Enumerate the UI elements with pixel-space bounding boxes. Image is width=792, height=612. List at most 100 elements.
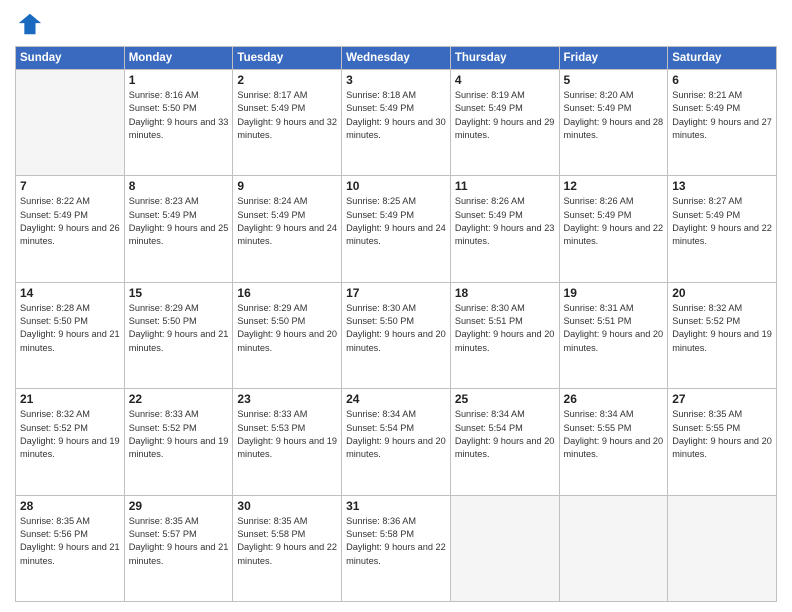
day-number: 30 [237,499,337,513]
day-number: 3 [346,73,446,87]
calendar-day-cell: 19 Sunrise: 8:31 AMSunset: 5:51 PMDayligh… [559,282,668,388]
calendar-day-cell: 6 Sunrise: 8:21 AMSunset: 5:49 PMDaylight… [668,70,777,176]
calendar-day-cell: 14Sunrise: 8:28 AMSunset: 5:50 PMDayligh… [16,282,125,388]
sun-info: Sunrise: 8:32 AMSunset: 5:52 PMDaylight:… [672,302,772,355]
calendar-day-cell: 2 Sunrise: 8:17 AMSunset: 5:49 PMDaylight… [233,70,342,176]
sun-info: Sunrise: 8:33 AMSunset: 5:53 PMDaylight:… [237,408,337,461]
day-number: 12 [564,179,664,193]
calendar-day-cell: 16Sunrise: 8:29 AMSunset: 5:50 PMDayligh… [233,282,342,388]
day-number: 1 [129,73,229,87]
calendar-day-cell: 13 Sunrise: 8:27 AMSunset: 5:49 PMDayligh… [668,176,777,282]
sun-info: Sunrise: 8:29 AMSunset: 5:50 PMDaylight:… [129,302,229,355]
day-number: 7 [20,179,120,193]
calendar-day-cell: 23 Sunrise: 8:33 AMSunset: 5:53 PMDayligh… [233,389,342,495]
day-number: 17 [346,286,446,300]
sun-info: Sunrise: 8:36 AMSunset: 5:58 PMDaylight:… [346,515,446,568]
day-number: 2 [237,73,337,87]
day-number: 16 [237,286,337,300]
sun-info: Sunrise: 8:23 AMSunset: 5:49 PMDaylight:… [129,195,229,248]
day-number: 8 [129,179,229,193]
calendar-day-cell [559,495,668,601]
logo [15,10,47,38]
day-number: 15 [129,286,229,300]
calendar-day-cell: 31Sunrise: 8:36 AMSunset: 5:58 PMDayligh… [342,495,451,601]
calendar-day-cell: 25Sunrise: 8:34 AMSunset: 5:54 PMDayligh… [450,389,559,495]
sun-info: Sunrise: 8:35 AMSunset: 5:58 PMDaylight:… [237,515,337,568]
calendar-week-row: 1 Sunrise: 8:16 AMSunset: 5:50 PMDaylight… [16,70,777,176]
day-number: 24 [346,392,446,406]
calendar-week-row: 21Sunrise: 8:32 AMSunset: 5:52 PMDayligh… [16,389,777,495]
day-number: 4 [455,73,555,87]
calendar-day-cell: 3 Sunrise: 8:18 AMSunset: 5:49 PMDaylight… [342,70,451,176]
sun-info: Sunrise: 8:30 AMSunset: 5:51 PMDaylight:… [455,302,555,355]
sun-info: Sunrise: 8:17 AMSunset: 5:49 PMDaylight:… [237,89,337,142]
day-number: 26 [564,392,664,406]
calendar-day-cell: 12 Sunrise: 8:26 AMSunset: 5:49 PMDayligh… [559,176,668,282]
sun-info: Sunrise: 8:34 AMSunset: 5:54 PMDaylight:… [455,408,555,461]
calendar-header-cell: Wednesday [342,47,451,70]
calendar-day-cell [16,70,125,176]
sun-info: Sunrise: 8:16 AMSunset: 5:50 PMDaylight:… [129,89,229,142]
calendar-header-cell: Monday [124,47,233,70]
calendar-day-cell: 20 Sunrise: 8:32 AMSunset: 5:52 PMDayligh… [668,282,777,388]
sun-info: Sunrise: 8:34 AMSunset: 5:54 PMDaylight:… [346,408,446,461]
calendar-header-row: SundayMondayTuesdayWednesdayThursdayFrid… [16,47,777,70]
day-number: 21 [20,392,120,406]
sun-info: Sunrise: 8:20 AMSunset: 5:49 PMDaylight:… [564,89,664,142]
calendar-day-cell: 1 Sunrise: 8:16 AMSunset: 5:50 PMDaylight… [124,70,233,176]
calendar-day-cell: 30 Sunrise: 8:35 AMSunset: 5:58 PMDayligh… [233,495,342,601]
calendar-week-row: 28Sunrise: 8:35 AMSunset: 5:56 PMDayligh… [16,495,777,601]
sun-info: Sunrise: 8:25 AMSunset: 5:49 PMDaylight:… [346,195,446,248]
sun-info: Sunrise: 8:24 AMSunset: 5:49 PMDaylight:… [237,195,337,248]
calendar-header-cell: Sunday [16,47,125,70]
sun-info: Sunrise: 8:33 AMSunset: 5:52 PMDaylight:… [129,408,229,461]
calendar-day-cell: 26 Sunrise: 8:34 AMSunset: 5:55 PMDayligh… [559,389,668,495]
sun-info: Sunrise: 8:35 AMSunset: 5:55 PMDaylight:… [672,408,772,461]
page: SundayMondayTuesdayWednesdayThursdayFrid… [0,0,792,612]
calendar-day-cell: 21Sunrise: 8:32 AMSunset: 5:52 PMDayligh… [16,389,125,495]
day-number: 11 [455,179,555,193]
sun-info: Sunrise: 8:27 AMSunset: 5:49 PMDaylight:… [672,195,772,248]
sun-info: Sunrise: 8:26 AMSunset: 5:49 PMDaylight:… [455,195,555,248]
calendar-day-cell: 7Sunrise: 8:22 AMSunset: 5:49 PMDaylight… [16,176,125,282]
calendar-day-cell: 5 Sunrise: 8:20 AMSunset: 5:49 PMDaylight… [559,70,668,176]
sun-info: Sunrise: 8:18 AMSunset: 5:49 PMDaylight:… [346,89,446,142]
sun-info: Sunrise: 8:35 AMSunset: 5:57 PMDaylight:… [129,515,229,568]
calendar-header-cell: Tuesday [233,47,342,70]
day-number: 5 [564,73,664,87]
calendar-day-cell: 27 Sunrise: 8:35 AMSunset: 5:55 PMDayligh… [668,389,777,495]
sun-info: Sunrise: 8:31 AMSunset: 5:51 PMDaylight:… [564,302,664,355]
calendar-day-cell: 8 Sunrise: 8:23 AMSunset: 5:49 PMDaylight… [124,176,233,282]
calendar-header-cell: Thursday [450,47,559,70]
day-number: 29 [129,499,229,513]
day-number: 22 [129,392,229,406]
sun-info: Sunrise: 8:26 AMSunset: 5:49 PMDaylight:… [564,195,664,248]
sun-info: Sunrise: 8:21 AMSunset: 5:49 PMDaylight:… [672,89,772,142]
calendar-day-cell: 24 Sunrise: 8:34 AMSunset: 5:54 PMDayligh… [342,389,451,495]
calendar-day-cell: 28Sunrise: 8:35 AMSunset: 5:56 PMDayligh… [16,495,125,601]
calendar-day-cell [450,495,559,601]
calendar-table: SundayMondayTuesdayWednesdayThursdayFrid… [15,46,777,602]
day-number: 23 [237,392,337,406]
day-number: 9 [237,179,337,193]
calendar-header-cell: Saturday [668,47,777,70]
calendar-day-cell: 29 Sunrise: 8:35 AMSunset: 5:57 PMDayligh… [124,495,233,601]
logo-icon [15,10,43,38]
day-number: 19 [564,286,664,300]
calendar-day-cell: 4Sunrise: 8:19 AMSunset: 5:49 PMDaylight… [450,70,559,176]
calendar-week-row: 14Sunrise: 8:28 AMSunset: 5:50 PMDayligh… [16,282,777,388]
day-number: 6 [672,73,772,87]
calendar-day-cell: 11 Sunrise: 8:26 AMSunset: 5:49 PMDayligh… [450,176,559,282]
sun-info: Sunrise: 8:34 AMSunset: 5:55 PMDaylight:… [564,408,664,461]
day-number: 14 [20,286,120,300]
day-number: 27 [672,392,772,406]
calendar-day-cell: 15 Sunrise: 8:29 AMSunset: 5:50 PMDayligh… [124,282,233,388]
day-number: 13 [672,179,772,193]
day-number: 10 [346,179,446,193]
header [15,10,777,38]
calendar-day-cell: 9 Sunrise: 8:24 AMSunset: 5:49 PMDaylight… [233,176,342,282]
calendar-day-cell: 18Sunrise: 8:30 AMSunset: 5:51 PMDayligh… [450,282,559,388]
calendar-body: 1 Sunrise: 8:16 AMSunset: 5:50 PMDaylight… [16,70,777,602]
day-number: 20 [672,286,772,300]
calendar-day-cell: 17Sunrise: 8:30 AMSunset: 5:50 PMDayligh… [342,282,451,388]
